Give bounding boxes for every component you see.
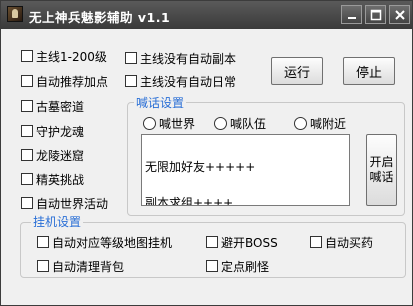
checkbox-box[interactable] bbox=[37, 260, 49, 272]
checkbox-box[interactable] bbox=[125, 52, 137, 64]
checkbox-box[interactable] bbox=[206, 236, 218, 248]
radio-label: 喊世界 bbox=[159, 116, 196, 131]
message-line: 副本求组++++ bbox=[145, 196, 234, 206]
checkbox-label: 自动对应等级地图挂机 bbox=[52, 235, 173, 250]
checkbox-auto-level-map[interactable]: 自动对应等级地图挂机 bbox=[37, 233, 172, 251]
checkbox-auto-buy-potion[interactable]: 自动买药 bbox=[310, 233, 373, 251]
checkbox-label: 自动世界活动 bbox=[36, 196, 109, 211]
checkbox-box[interactable] bbox=[21, 197, 33, 209]
checkbox-auto-clean-bag[interactable]: 自动清理背包 bbox=[37, 257, 124, 275]
maximize-icon bbox=[370, 9, 382, 21]
checkbox-avoid-boss[interactable]: 避开BOSS bbox=[206, 233, 278, 251]
checkbox-dragon-cave[interactable]: 龙陵迷窟 bbox=[21, 146, 84, 164]
shout-message-input[interactable]: 无限加好友+++++ 副本求组++++ bbox=[141, 134, 350, 206]
checkbox-label: 自动清理背包 bbox=[52, 259, 125, 274]
maximize-button[interactable] bbox=[365, 5, 386, 24]
checkbox-label: 精英挑战 bbox=[36, 172, 85, 187]
radio-dot[interactable] bbox=[294, 116, 307, 130]
checkbox-tomb-passage[interactable]: 古墓密道 bbox=[21, 97, 84, 115]
checkbox-box[interactable] bbox=[21, 149, 33, 161]
start-shout-label-line1: 开启 bbox=[369, 155, 394, 169]
checkbox-label: 定点刷怪 bbox=[221, 259, 270, 274]
app-icon bbox=[7, 6, 23, 22]
title-bar[interactable]: 无上神兵魅影辅助 v1.1 bbox=[1, 1, 412, 29]
checkbox-label: 古墓密道 bbox=[36, 99, 85, 114]
checkbox-no-auto-daily[interactable]: 主线没有自动日常 bbox=[125, 72, 236, 90]
checkbox-label: 避开BOSS bbox=[221, 235, 278, 250]
radio-label: 喊队伍 bbox=[230, 116, 267, 131]
radio-nearby-chat[interactable]: 喊附近 bbox=[294, 114, 346, 132]
radio-dot[interactable] bbox=[143, 116, 156, 130]
checkbox-no-auto-dungeon[interactable]: 主线没有自动副本 bbox=[125, 49, 236, 67]
checkbox-label: 自动推荐加点 bbox=[36, 74, 109, 89]
radio-dot[interactable] bbox=[214, 116, 227, 130]
close-icon bbox=[395, 10, 405, 20]
hangup-settings-label: 挂机设置 bbox=[31, 213, 84, 230]
stop-button[interactable]: 停止 bbox=[343, 57, 395, 85]
radio-label: 喊附近 bbox=[310, 116, 347, 131]
checkbox-elite-challenge[interactable]: 精英挑战 bbox=[21, 170, 84, 188]
shout-settings-label: 喊话设置 bbox=[134, 94, 187, 111]
radio-team-chat[interactable]: 喊队伍 bbox=[214, 114, 266, 132]
checkbox-fixed-spot-farm[interactable]: 定点刷怪 bbox=[206, 257, 269, 275]
checkbox-label: 守护龙魂 bbox=[36, 124, 85, 139]
checkbox-guard-dragon[interactable]: 守护龙魂 bbox=[21, 122, 84, 140]
checkbox-label: 主线没有自动副本 bbox=[140, 51, 237, 66]
start-shout-button[interactable]: 开启 喊话 bbox=[366, 134, 397, 206]
window-title: 无上神兵魅影辅助 v1.1 bbox=[29, 10, 171, 25]
checkbox-box[interactable] bbox=[21, 100, 33, 112]
checkbox-box[interactable] bbox=[125, 75, 137, 87]
checkbox-box[interactable] bbox=[206, 260, 218, 272]
checkbox-box[interactable] bbox=[21, 75, 33, 87]
minimize-button[interactable] bbox=[341, 5, 362, 24]
checkbox-label: 主线1-200级 bbox=[36, 49, 107, 64]
minimize-icon bbox=[348, 17, 356, 19]
run-button[interactable]: 运行 bbox=[271, 57, 323, 85]
checkbox-label: 自动买药 bbox=[325, 235, 374, 250]
checkbox-label: 主线没有自动日常 bbox=[140, 74, 237, 89]
checkbox-box[interactable] bbox=[310, 236, 322, 248]
checkbox-box[interactable] bbox=[21, 173, 33, 185]
checkbox-main-quest[interactable]: 主线1-200级 bbox=[21, 47, 107, 65]
close-button[interactable] bbox=[389, 5, 410, 24]
checkbox-box[interactable] bbox=[21, 125, 33, 137]
message-line: 无限加好友+++++ bbox=[145, 160, 256, 174]
radio-world-chat[interactable]: 喊世界 bbox=[143, 114, 195, 132]
checkbox-auto-stats[interactable]: 自动推荐加点 bbox=[21, 72, 108, 90]
checkbox-label: 龙陵迷窟 bbox=[36, 148, 85, 163]
checkbox-box[interactable] bbox=[37, 236, 49, 248]
checkbox-box[interactable] bbox=[21, 50, 33, 62]
checkbox-world-event[interactable]: 自动世界活动 bbox=[21, 194, 108, 212]
start-shout-label-line2: 喊话 bbox=[369, 170, 394, 184]
main-window: 无上神兵魅影辅助 v1.1 主线1-200级 自动推荐加点 古墓密道 守护龙魂 … bbox=[0, 0, 413, 306]
